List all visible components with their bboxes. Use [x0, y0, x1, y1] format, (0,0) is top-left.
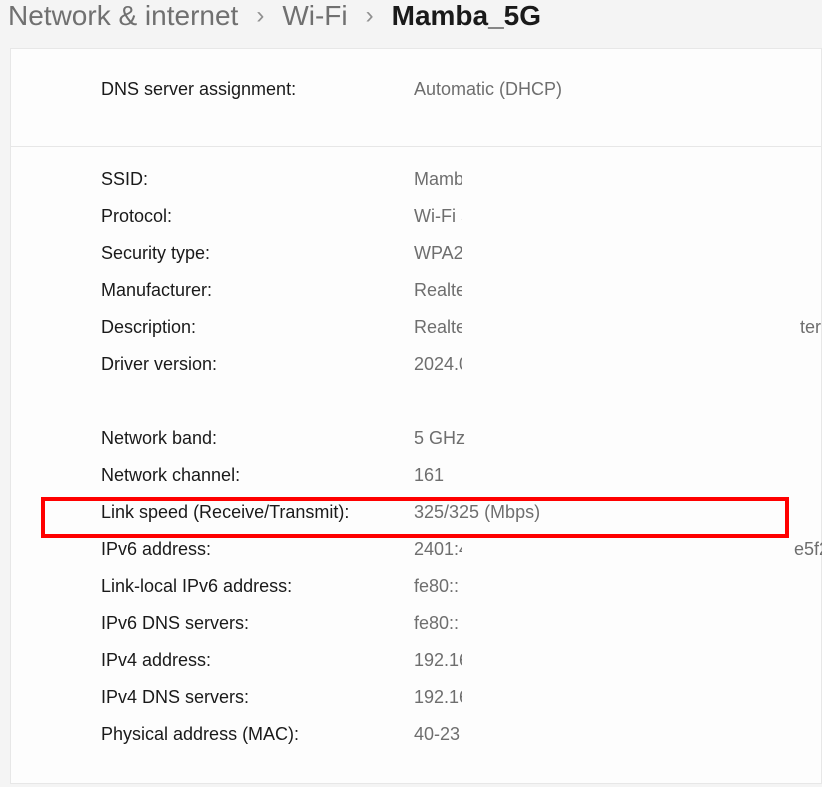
ipv6dns-value: fe80::: [414, 613, 462, 634]
row-manufacturer: Manufacturer: Realtek: [101, 280, 821, 317]
dns-section: DNS server assignment: Automatic (DHCP): [11, 49, 821, 147]
chevron-right-icon: ›: [256, 2, 264, 30]
wifi-details-panel: DNS server assignment: Automatic (DHCP) …: [10, 48, 822, 784]
band-label: Network band:: [101, 428, 414, 449]
breadcrumb-wifi[interactable]: Wi-Fi: [282, 0, 347, 32]
breadcrumb: Network & internet › Wi-Fi › Mamba_5G: [0, 0, 822, 48]
row-linkspeed: Link speed (Receive/Transmit): 325/325 (…: [101, 502, 821, 539]
breadcrumb-current: Mamba_5G: [392, 0, 541, 32]
row-ipv6: IPv6 address: 2401:4 e5f2: [101, 539, 821, 576]
protocol-label: Protocol:: [101, 206, 414, 227]
driver-value: 2024.0: [414, 354, 462, 375]
manufacturer-label: Manufacturer:: [101, 280, 414, 301]
properties-section: SSID: Mamba Protocol: Wi-Fi 5 Security t…: [11, 147, 821, 783]
row-band: Network band: 5 GHz: [101, 428, 821, 465]
row-protocol: Protocol: Wi-Fi 5: [101, 206, 821, 243]
linkspeed-value: 325/325 (Mbps): [414, 502, 794, 523]
linklocal-label: Link-local IPv6 address:: [101, 576, 414, 597]
ipv6dns-label: IPv6 DNS servers:: [101, 613, 414, 634]
ipv6-label: IPv6 address:: [101, 539, 414, 560]
ipv6-value: 2401:4: [414, 539, 462, 560]
security-label: Security type:: [101, 243, 414, 264]
linklocal-value: fe80::: [414, 576, 462, 597]
description-value-right: ter: [800, 317, 821, 338]
row-driver: Driver version: 2024.0: [101, 354, 821, 391]
driver-label: Driver version:: [101, 354, 414, 375]
ipv4-value: 192.16: [414, 650, 462, 671]
linkspeed-label: Link speed (Receive/Transmit):: [101, 502, 414, 523]
manufacturer-value: Realtek: [414, 280, 462, 301]
chevron-right-icon: ›: [366, 2, 374, 30]
row-description: Description: Realtek ter: [101, 317, 821, 354]
band-value: 5 GHz: [414, 428, 794, 449]
spacer: [101, 391, 821, 428]
breadcrumb-network-internet[interactable]: Network & internet: [8, 0, 238, 32]
security-value: WPA2-: [414, 243, 462, 264]
channel-label: Network channel:: [101, 465, 414, 486]
ssid-label: SSID:: [101, 169, 414, 190]
dns-value: Automatic (DHCP): [414, 79, 664, 100]
description-label: Description:: [101, 317, 414, 338]
description-value: Realtek: [414, 317, 462, 338]
mac-value: 40-23: [414, 724, 462, 745]
row-mac: Physical address (MAC): 40-23: [101, 724, 821, 761]
ssid-value: Mamba: [414, 169, 462, 190]
dns-label: DNS server assignment:: [101, 79, 414, 100]
row-linklocal: Link-local IPv6 address: fe80::: [101, 576, 821, 613]
channel-value: 161: [414, 465, 794, 486]
ipv4-label: IPv4 address:: [101, 650, 414, 671]
row-ipv4: IPv4 address: 192.16: [101, 650, 821, 687]
ipv4dns-value: 192.16: [414, 687, 462, 708]
row-ipv4dns: IPv4 DNS servers: 192.16: [101, 687, 821, 724]
row-dns-assignment: DNS server assignment: Automatic (DHCP): [101, 79, 741, 116]
protocol-value: Wi-Fi 5: [414, 206, 462, 227]
ipv4dns-label: IPv4 DNS servers:: [101, 687, 414, 708]
row-security: Security type: WPA2-: [101, 243, 821, 280]
row-ssid: SSID: Mamba: [101, 169, 821, 206]
ipv6-value-right: e5f2: [794, 539, 822, 560]
row-ipv6dns: IPv6 DNS servers: fe80::: [101, 613, 821, 650]
mac-label: Physical address (MAC):: [101, 724, 414, 745]
row-channel: Network channel: 161: [101, 465, 821, 502]
